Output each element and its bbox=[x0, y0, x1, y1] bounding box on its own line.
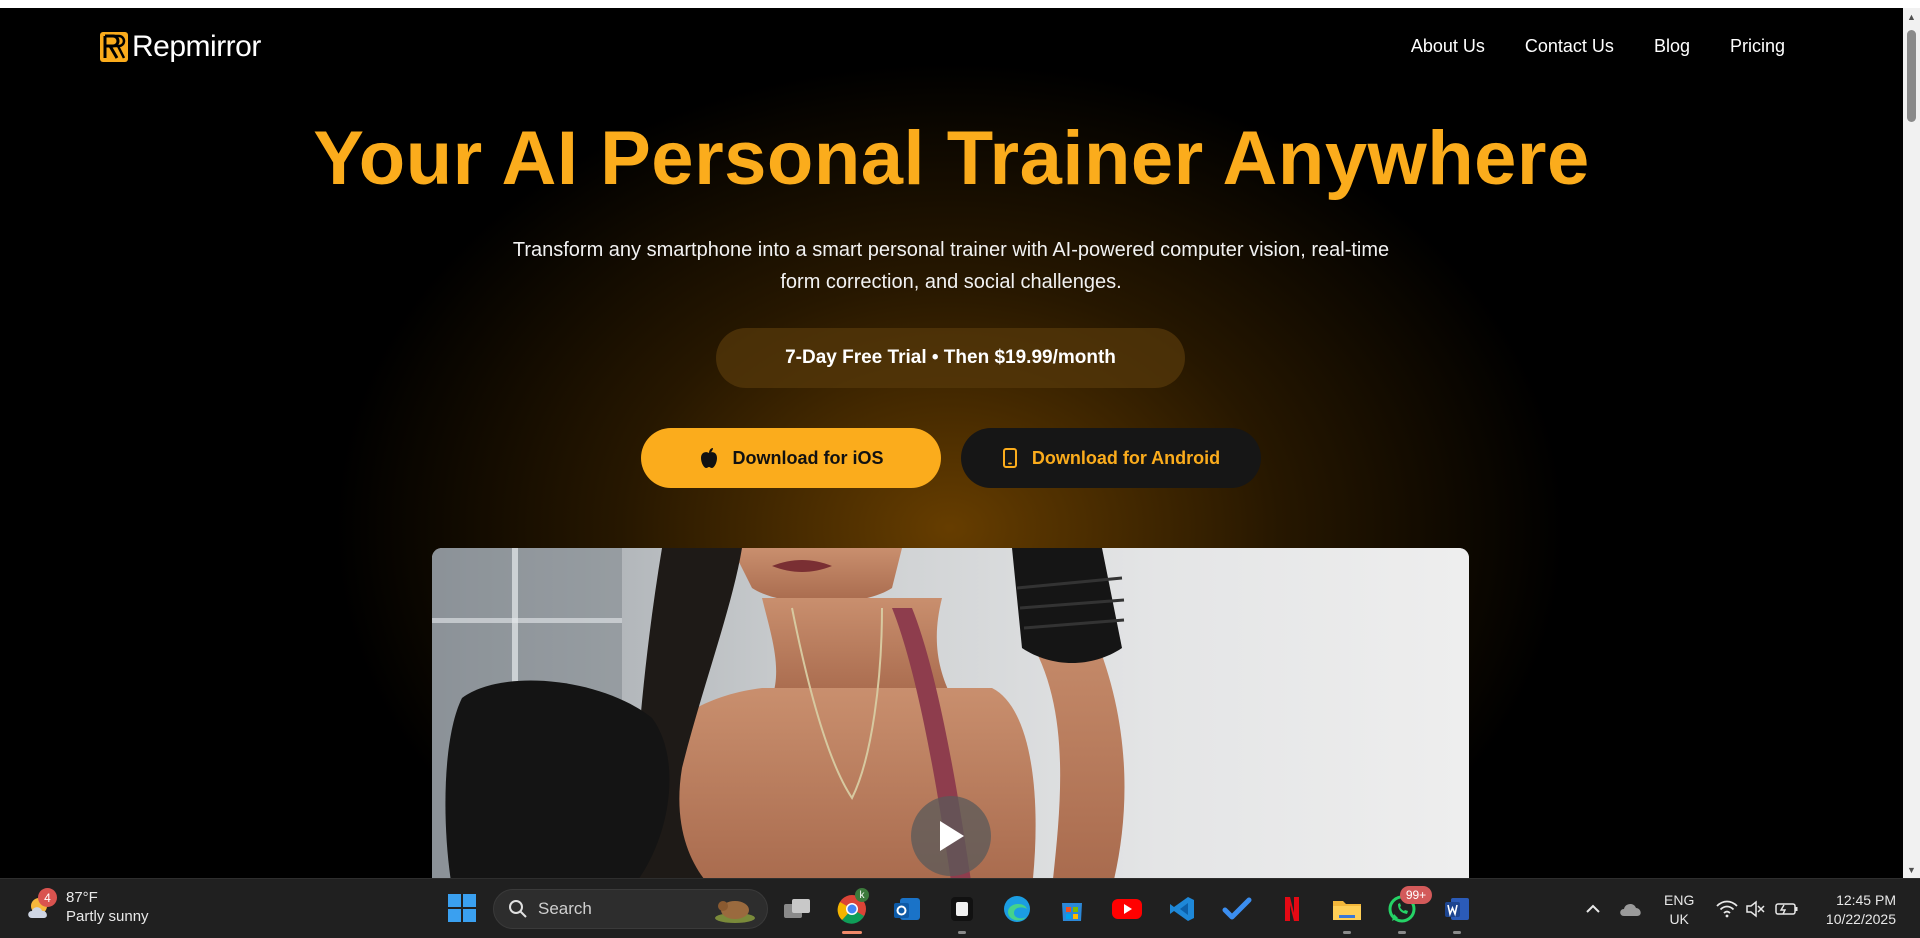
clock-date: 10/22/2025 bbox=[1825, 911, 1896, 927]
taskbar-search[interactable]: Search bbox=[493, 889, 768, 929]
nav-pricing[interactable]: Pricing bbox=[1730, 36, 1785, 57]
scroll-down-arrow-icon[interactable]: ▼ bbox=[1903, 861, 1920, 878]
nav-blog[interactable]: Blog bbox=[1654, 36, 1690, 57]
whatsapp-badge: 99+ bbox=[1400, 886, 1432, 904]
language-indicator[interactable]: ENG UK bbox=[1664, 891, 1694, 929]
hero-subtitle-line-2: form correction, and social challenges. bbox=[780, 271, 1122, 293]
play-button[interactable] bbox=[911, 796, 991, 876]
nav-contact-us[interactable]: Contact Us bbox=[1525, 36, 1614, 57]
app-running-indicator bbox=[958, 931, 966, 934]
play-icon bbox=[940, 821, 964, 851]
language-code: ENG bbox=[1664, 892, 1695, 908]
brand-logo[interactable]: Repmirror bbox=[99, 30, 261, 64]
download-android-label: Download for Android bbox=[1031, 447, 1221, 468]
download-ios-label: Download for iOS bbox=[732, 447, 884, 468]
whatsapp-icon[interactable]: 99+ bbox=[1385, 886, 1432, 934]
clock-time: 12:45 PM bbox=[1836, 892, 1896, 908]
nav-links: About Us Contact Us Blog Pricing bbox=[1411, 36, 1785, 57]
task-view-icon[interactable] bbox=[780, 892, 814, 926]
window-top-strip bbox=[0, 0, 1920, 8]
brand-name: Repmirror bbox=[132, 30, 261, 63]
apple-icon bbox=[700, 448, 717, 468]
weather-condition: Partly sunny bbox=[66, 908, 149, 925]
partly-sunny-icon: 4 bbox=[24, 888, 58, 924]
file-explorer-icon[interactable] bbox=[1330, 892, 1364, 934]
page-viewport: Repmirror About Us Contact Us Blog Prici… bbox=[0, 8, 1903, 878]
pricing-pill: 7-Day Free Trial • Then $19.99/month bbox=[716, 328, 1185, 388]
chevron-up-icon[interactable] bbox=[1576, 892, 1610, 926]
windows-start-icon[interactable] bbox=[447, 893, 477, 923]
weather-badge: 4 bbox=[38, 888, 57, 907]
nav-about-us[interactable]: About Us bbox=[1411, 36, 1485, 57]
scroll-thumb[interactable] bbox=[1907, 30, 1916, 122]
language-region: UK bbox=[1669, 911, 1689, 927]
onedrive-cloud-icon[interactable] bbox=[1614, 892, 1648, 926]
chrome-profile-badge: k bbox=[855, 888, 869, 902]
smartphone-icon bbox=[1002, 448, 1017, 468]
app-icon-dark[interactable] bbox=[945, 892, 979, 934]
word-icon[interactable] bbox=[1440, 892, 1474, 934]
microsoft-store-icon[interactable] bbox=[1055, 892, 1089, 926]
volume-muted-icon[interactable] bbox=[1738, 892, 1772, 926]
outlook-icon[interactable] bbox=[890, 892, 924, 926]
weather-temp: 87°F bbox=[66, 889, 98, 906]
chrome-active-indicator bbox=[842, 931, 862, 934]
hero-title: Your AI Personal Trainer Anywhere bbox=[313, 116, 1590, 201]
whatsapp-running-indicator bbox=[1398, 931, 1406, 934]
windows-taskbar: 4 87°F Partly sunny Search k 99+ ENG UK … bbox=[0, 878, 1920, 938]
weather-widget[interactable]: 4 87°F Partly sunny bbox=[24, 888, 149, 926]
hero-subtitle-line-1: Transform any smartphone into a smart pe… bbox=[512, 239, 1390, 261]
download-android-button[interactable]: Download for Android bbox=[961, 428, 1261, 488]
page-scrollbar[interactable]: ▲ ▼ bbox=[1903, 8, 1920, 878]
todo-icon[interactable] bbox=[1220, 892, 1254, 926]
chrome-icon[interactable]: k bbox=[835, 888, 869, 934]
scroll-up-arrow-icon[interactable]: ▲ bbox=[1903, 8, 1920, 25]
repmirror-logo-icon bbox=[100, 32, 128, 62]
search-icon bbox=[509, 900, 527, 918]
download-ios-button[interactable]: Download for iOS bbox=[641, 428, 941, 488]
battery-icon[interactable] bbox=[1770, 892, 1804, 926]
word-running-indicator bbox=[1453, 931, 1461, 934]
search-placeholder: Search bbox=[538, 899, 592, 918]
explorer-running-indicator bbox=[1343, 931, 1351, 934]
edge-icon[interactable] bbox=[1000, 892, 1034, 926]
hero-video[interactable] bbox=[432, 548, 1469, 878]
hero-subtitle: Transform any smartphone into a smart pe… bbox=[501, 234, 1401, 298]
search-highlight-icon bbox=[715, 901, 755, 923]
netflix-icon[interactable] bbox=[1275, 892, 1309, 926]
top-nav: Repmirror About Us Contact Us Blog Prici… bbox=[0, 8, 1903, 88]
taskbar-clock[interactable]: 12:45 PM 10/22/2025 bbox=[1816, 891, 1896, 929]
vscode-icon[interactable] bbox=[1165, 892, 1199, 926]
youtube-icon[interactable] bbox=[1110, 892, 1144, 926]
